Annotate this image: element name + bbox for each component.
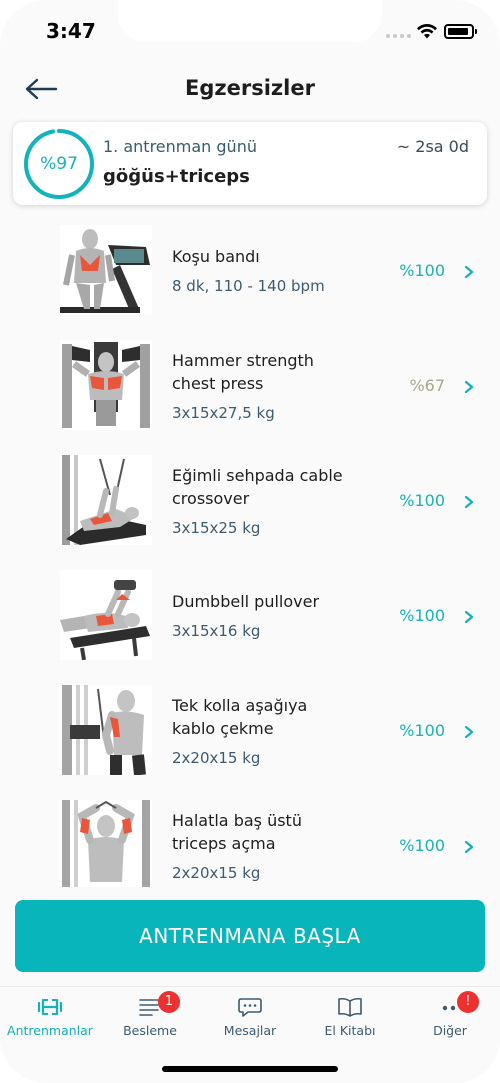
- exercise-row[interactable]: Koşu bandı 8 dk, 110 - 140 bpm %100: [0, 212, 500, 327]
- tab-label: Antrenmanlar: [7, 1023, 93, 1038]
- exercise-progress: %100: [399, 836, 445, 855]
- rope-overhead-extension-icon: [60, 800, 152, 887]
- exercise-name: Dumbbell pullover: [172, 592, 320, 611]
- status-time: 3:47: [46, 19, 96, 43]
- chest-press-icon: [60, 340, 152, 430]
- open-book-icon: [338, 997, 362, 1017]
- tab-el-kitabi[interactable]: El Kitabı: [300, 995, 400, 1045]
- chevron-right-icon: [464, 495, 474, 509]
- chevron-right-icon: [464, 840, 474, 854]
- day-muscle-groups: göğüs+triceps: [103, 166, 250, 187]
- exercise-progress: %100: [399, 606, 445, 625]
- page-title: Egzersizler: [185, 76, 315, 100]
- exercise-row[interactable]: Tek kolla aşağıya kablo çekme 2x20x15 kg…: [0, 672, 500, 787]
- cellular-signal-icon: [386, 34, 411, 38]
- chevron-right-icon: [464, 380, 474, 394]
- exercise-name: Koşu bandı: [172, 247, 260, 266]
- chevron-right-icon: [464, 725, 474, 739]
- exercise-detail: 2x20x15 kg: [172, 749, 261, 767]
- tab-label: El Kitabı: [324, 1023, 376, 1038]
- exercise-progress: %100: [399, 721, 445, 740]
- exercise-row[interactable]: Halatla baş üstü triceps açma 2x20x15 kg…: [0, 787, 500, 887]
- exercise-detail: 3x15x16 kg: [172, 622, 261, 640]
- exercise-detail: 3x15x27,5 kg: [172, 404, 275, 422]
- exercise-progress: %67: [409, 376, 445, 395]
- chat-bubble-icon: [238, 998, 262, 1017]
- exercise-name: Hammer strength chest press: [172, 351, 314, 393]
- phone-screen: 3:47 Egzersizler %97 1. antrenman günü ~…: [0, 0, 500, 1083]
- tab-label: Diğer: [433, 1023, 467, 1038]
- dumbbell-pullover-icon: [60, 570, 152, 660]
- wifi-icon: [417, 23, 437, 39]
- day-duration: ~ 2sa 0d: [396, 137, 469, 156]
- tab-mesajlar[interactable]: Mesajlar: [200, 995, 300, 1045]
- chevron-right-icon: [464, 265, 474, 279]
- cable-pushdown-icon: [60, 685, 152, 775]
- tab-label: Besleme: [123, 1023, 177, 1038]
- exercise-row[interactable]: Dumbbell pullover 3x15x16 kg %100: [0, 557, 500, 672]
- chevron-right-icon: [464, 610, 474, 624]
- exercise-detail: 8 dk, 110 - 140 bpm: [172, 277, 325, 295]
- tab-besleme[interactable]: Besleme 1: [100, 991, 200, 1045]
- exercise-detail: 2x20x15 kg: [172, 864, 261, 882]
- exercise-name: Halatla baş üstü triceps açma: [172, 811, 302, 853]
- cable-crossover-icon: [60, 455, 152, 545]
- battery-icon: [444, 24, 477, 39]
- exercise-name: Tek kolla aşağıya kablo çekme: [172, 696, 308, 738]
- alert-badge: !: [457, 991, 479, 1013]
- nav-header: Egzersizler: [0, 60, 500, 118]
- exercise-detail: 3x15x25 kg: [172, 519, 261, 537]
- exercise-row[interactable]: Eğimli sehpada cable crossover 3x15x25 k…: [0, 442, 500, 557]
- start-workout-button[interactable]: ANTRENMANA BAŞLA: [15, 900, 485, 972]
- exercise-progress: %100: [399, 491, 445, 510]
- exercise-progress: %100: [399, 261, 445, 280]
- exercise-list[interactable]: Koşu bandı 8 dk, 110 - 140 bpm %100 Hamm…: [0, 212, 500, 887]
- treadmill-icon: [60, 225, 152, 315]
- tab-diger[interactable]: Diğer !: [400, 991, 500, 1045]
- exercise-name: Eğimli sehpada cable crossover: [172, 466, 343, 508]
- day-label: 1. antrenman günü: [103, 137, 257, 156]
- tab-antrenmanlar[interactable]: Antrenmanlar: [0, 995, 100, 1045]
- notch: [118, 0, 382, 42]
- home-indicator: [162, 1066, 338, 1072]
- workout-day-card[interactable]: %97 1. antrenman günü ~ 2sa 0d göğüs+tri…: [13, 122, 487, 205]
- exercise-row[interactable]: Hammer strength chest press 3x15x27,5 kg…: [0, 327, 500, 442]
- status-bar: 3:47: [0, 0, 500, 60]
- dumbbell-icon: [37, 998, 63, 1016]
- notification-badge: 1: [158, 991, 180, 1013]
- progress-percent: %97: [40, 154, 78, 174]
- tab-label: Mesajlar: [223, 1023, 277, 1038]
